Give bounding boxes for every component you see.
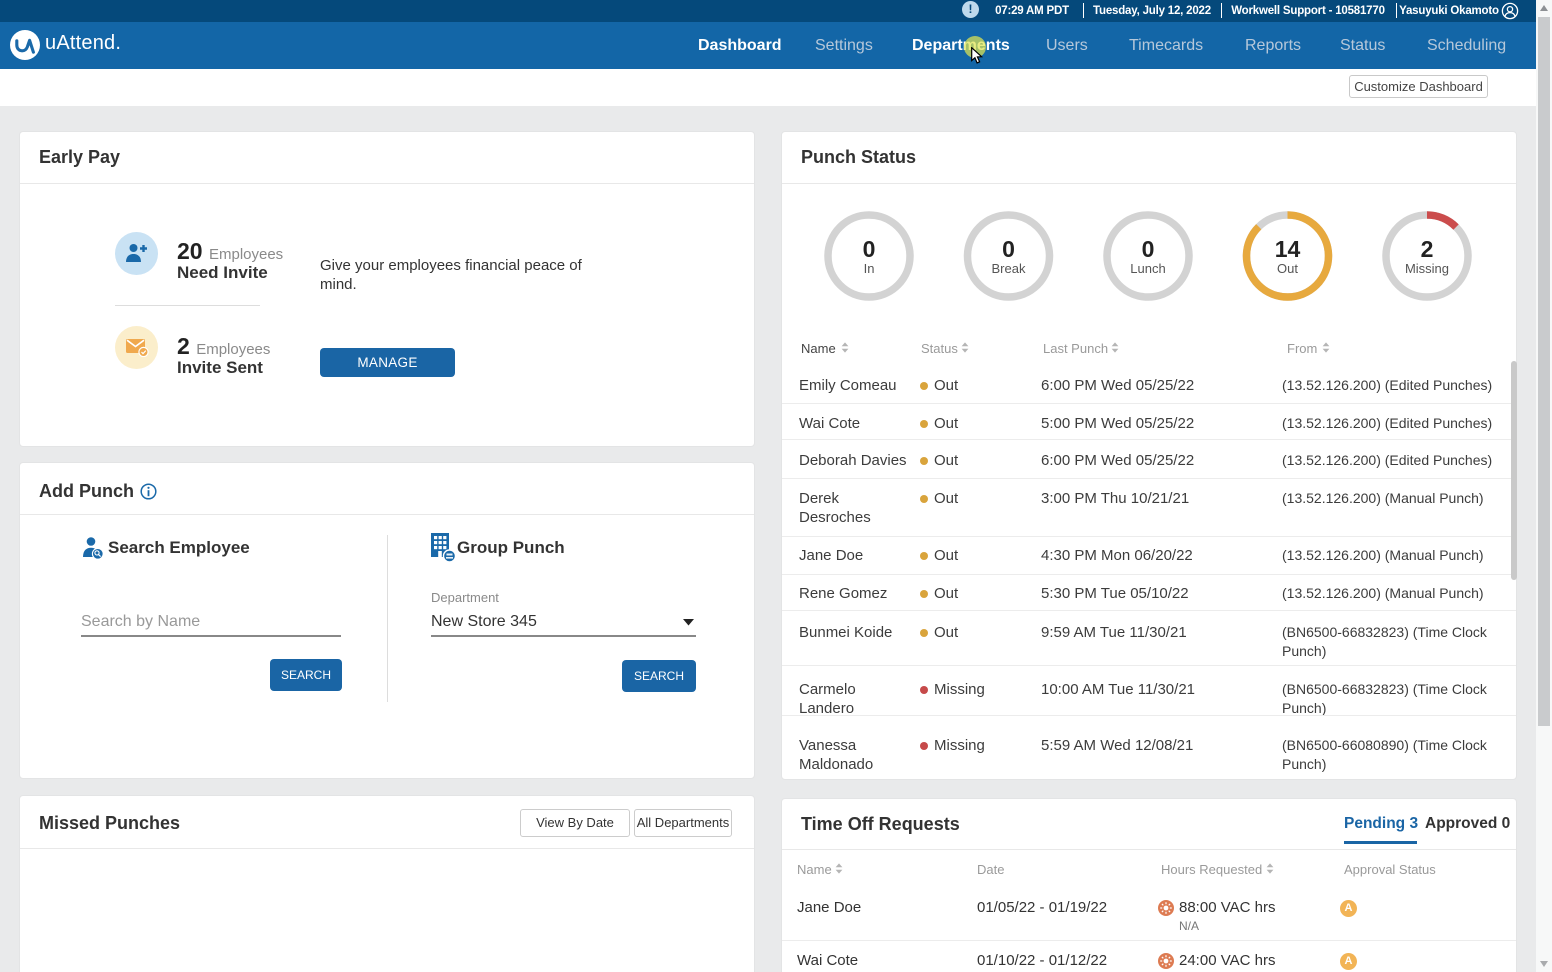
svg-text:14: 14: [1275, 236, 1301, 262]
svg-text:Out: Out: [1277, 261, 1298, 276]
svg-text:0: 0: [863, 236, 876, 262]
svg-text:0: 0: [1002, 236, 1015, 262]
svg-text:In: In: [864, 261, 875, 276]
svg-text:0: 0: [1142, 236, 1155, 262]
svg-text:Break: Break: [992, 261, 1026, 276]
svg-text:2: 2: [1421, 236, 1434, 262]
svg-text:Missing: Missing: [1405, 261, 1449, 276]
svg-text:Lunch: Lunch: [1130, 261, 1165, 276]
